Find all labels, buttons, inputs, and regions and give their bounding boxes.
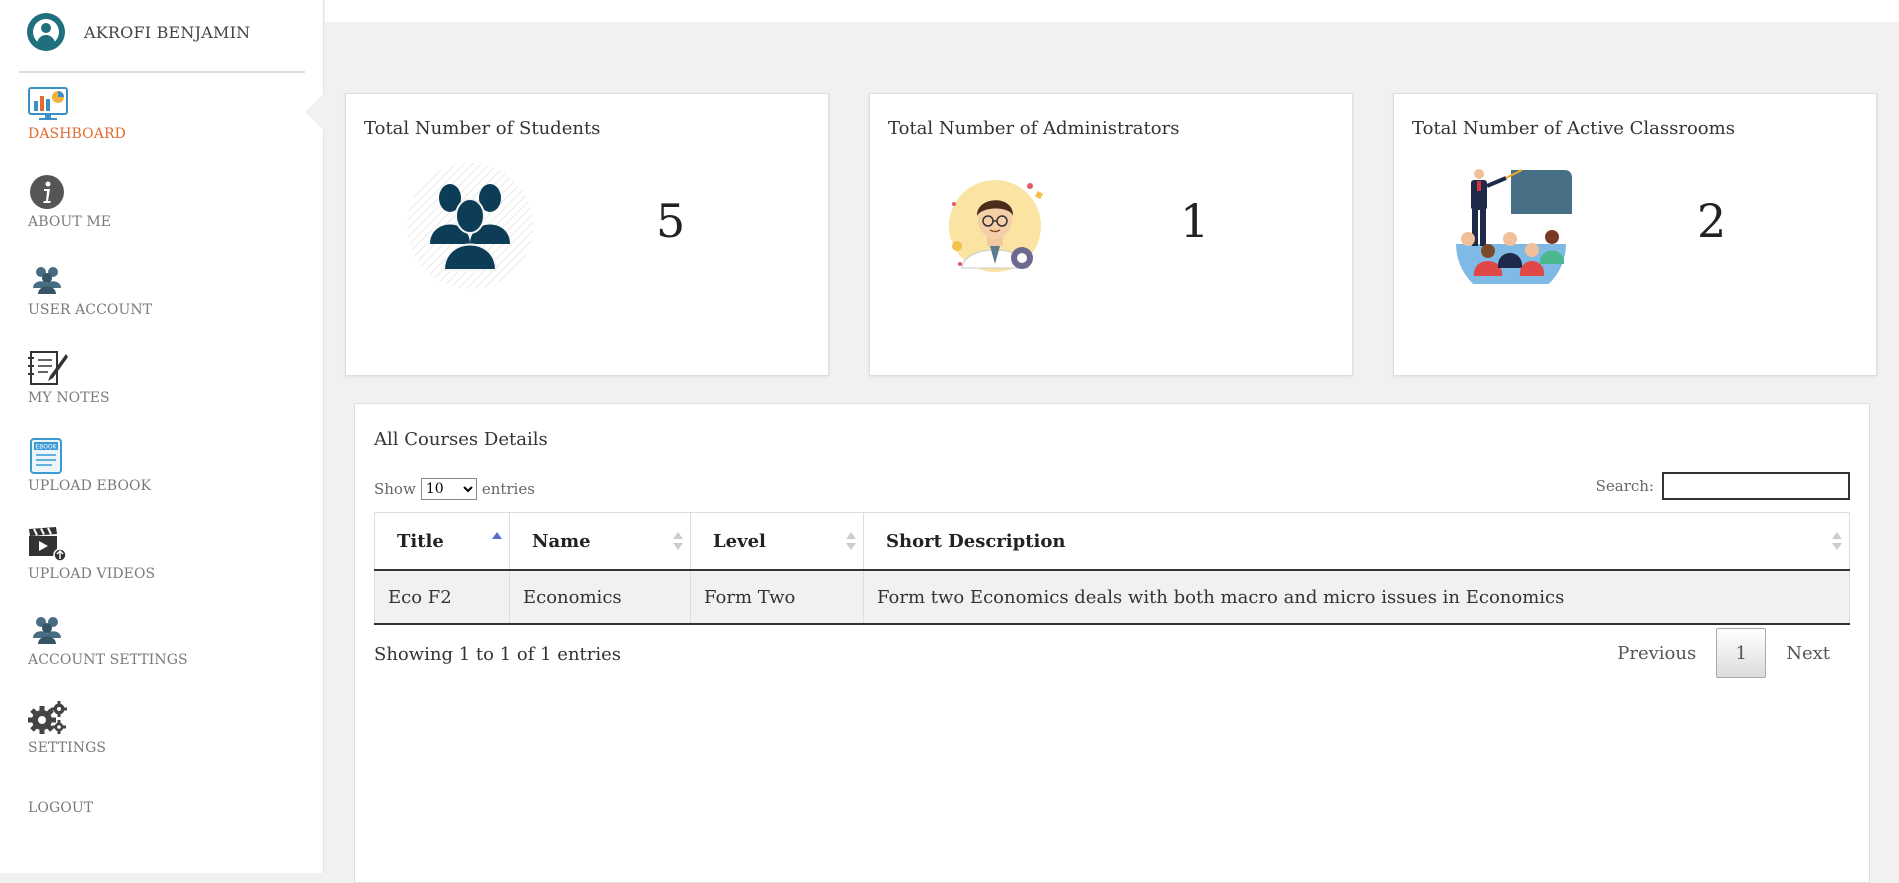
sidebar-item-label: ACCOUNT SETTINGS (28, 652, 188, 668)
sidebar-item-my-notes[interactable]: MY NOTES (28, 350, 110, 406)
courses-panel: All Courses Details Show 10 entries Sear… (354, 403, 1870, 883)
dashboard-monitor-icon (28, 87, 68, 120)
sidebar-item-label: UPLOAD VIDEOS (28, 566, 156, 582)
user-name: AKROFI BENJAMIN (84, 22, 251, 42)
sidebar-item-logout[interactable]: LOGOUT (28, 796, 93, 816)
column-header-short-description[interactable]: Short Description (863, 512, 1850, 571)
svg-text:EBOOK: EBOOK (35, 444, 57, 451)
sidebar-item-account-settings[interactable]: ACCOUNT SETTINGS (28, 612, 188, 668)
sidebar-item-label: MY NOTES (28, 390, 110, 406)
column-header-title[interactable]: Title (374, 512, 510, 571)
cell-name: Economics (509, 570, 691, 625)
entries-per-page-select[interactable]: 10 (420, 478, 477, 500)
users-icon (33, 617, 61, 644)
courses-table: Title Name Level Short Description Eco F… (374, 512, 1850, 625)
sidebar-item-label: SETTINGS (28, 740, 107, 756)
sort-icon (673, 532, 683, 550)
sidebar-item-label: ABOUT ME (28, 214, 112, 230)
students-group-icon (407, 163, 533, 289)
stat-card-value: 2 (1697, 194, 1727, 248)
stat-card-administrators: Total Number of Administrators 1 (869, 93, 1353, 376)
show-entries: Show 10 entries (374, 478, 535, 500)
table-header-row: Title Name Level Short Description (374, 512, 1850, 571)
sidebar-item-label: UPLOAD EBOOK (28, 478, 152, 494)
users-icon (33, 267, 61, 294)
show-entries-suffix: entries (481, 480, 535, 498)
sidebar-item-label: LOGOUT (28, 800, 94, 816)
sidebar: AKROFI BENJAMIN DASHBOARD ABOUT ME USER … (0, 0, 324, 873)
column-header-label: Level (713, 530, 766, 552)
column-header-label: Short Description (886, 530, 1066, 552)
sidebar-item-dashboard[interactable]: DASHBOARD (28, 86, 126, 142)
sidebar-item-label: USER ACCOUNT (28, 302, 153, 318)
stat-card-value: 1 (1180, 194, 1210, 248)
sidebar-divider (19, 71, 305, 73)
sort-icon (1832, 532, 1842, 550)
sidebar-item-upload-ebook[interactable]: EBOOK UPLOAD EBOOK (28, 438, 151, 494)
stat-card-title: Total Number of Active Classrooms (1412, 118, 1735, 139)
sort-ascending-icon (492, 532, 502, 550)
cell-short-description: Form two Economics deals with both macro… (863, 570, 1850, 625)
table-info: Showing 1 to 1 of 1 entries (374, 644, 622, 665)
classroom-teacher-icon (1456, 169, 1572, 284)
user-avatar-icon (27, 13, 65, 51)
sort-icon (846, 532, 856, 550)
stat-card-classrooms: Total Number of Active Classrooms 2 (1393, 93, 1877, 376)
next-page-button[interactable]: Next (1766, 643, 1850, 664)
sidebar-item-settings[interactable]: SETTINGS (28, 700, 106, 756)
column-header-level[interactable]: Level (690, 512, 864, 571)
stat-card-title: Total Number of Administrators (888, 118, 1180, 139)
active-indicator (305, 94, 324, 130)
previous-page-button[interactable]: Previous (1597, 643, 1716, 664)
stat-card-value: 5 (656, 194, 686, 248)
sidebar-item-user-account[interactable]: USER ACCOUNT (28, 262, 152, 318)
sidebar-item-about-me[interactable]: ABOUT ME (28, 174, 111, 230)
column-header-name[interactable]: Name (509, 512, 691, 571)
ebook-icon: EBOOK (30, 438, 62, 474)
user-profile[interactable]: AKROFI BENJAMIN (27, 12, 250, 52)
show-entries-prefix: Show (374, 480, 416, 498)
stat-card-students: Total Number of Students 5 (345, 93, 829, 376)
column-header-label: Name (532, 530, 591, 552)
search-label: Search: (1595, 477, 1654, 495)
gears-icon (28, 701, 67, 734)
cell-title: Eco F2 (374, 570, 510, 625)
sidebar-item-label: DASHBOARD (28, 126, 126, 142)
top-bar (325, 0, 1899, 22)
video-clapper-icon (29, 527, 67, 562)
info-icon (30, 175, 64, 209)
table-search: Search: (1596, 472, 1850, 500)
cell-level: Form Two (690, 570, 864, 625)
sidebar-item-upload-videos[interactable]: UPLOAD VIDEOS (28, 526, 155, 582)
search-input[interactable] (1662, 472, 1850, 500)
panel-title: All Courses Details (374, 429, 548, 450)
column-header-label: Title (397, 530, 444, 552)
page-1-button[interactable]: 1 (1716, 628, 1767, 678)
pagination: Previous 1 Next (1597, 628, 1850, 678)
notes-icon (28, 351, 68, 385)
stat-card-title: Total Number of Students (364, 118, 601, 139)
table-row[interactable]: Eco F2 Economics Form Two Form two Econo… (374, 570, 1850, 625)
administrator-avatar-icon (949, 180, 1044, 272)
